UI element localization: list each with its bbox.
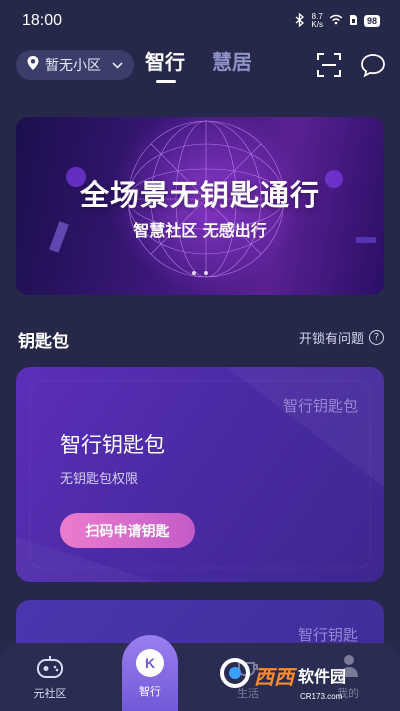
banner-title: 全场景无钥匙通行 [79,178,320,212]
banner-dot [192,271,196,275]
chevron-down-icon [112,57,123,73]
status-bar: 18:00 8.7 K/s 98 [0,0,400,42]
community-selector[interactable]: 暂无小区 [16,50,134,80]
community-name: 暂无小区 [45,58,101,74]
card-description: 无钥匙包权限 [60,472,139,487]
header: 暂无小区 智行 慧居 [0,42,400,92]
help-label: 开锁有问题 [298,332,364,347]
watermark-logo-icon [220,658,250,692]
tab-huiju[interactable]: 慧居 [212,46,252,75]
watermark-suffix: 软件园 [298,667,347,686]
scan-apply-key-button[interactable]: 扫码申请钥匙 [60,513,195,548]
scan-icon[interactable] [316,52,342,78]
watermark-url: CR173.com [300,692,343,701]
speed-unit: K/s [311,20,323,29]
card-watermark: 智行钥匙包 [282,397,358,415]
banner-pagination [16,271,384,275]
battery-icon: 98 [363,15,380,27]
tab-indicator [156,80,176,83]
watermark-brand: 西西 [254,664,294,689]
location-pin-icon [26,55,40,75]
nav-item-zhixing[interactable]: K 智行 [122,635,178,711]
status-time: 18:00 [22,12,63,29]
banner-subtitle: 智慧社区 无感出行 [133,221,267,240]
nav-label: 智行 [139,685,161,698]
network-speed: 8.7 K/s [311,13,323,29]
tab-zhixing[interactable]: 智行 [145,46,185,75]
nav-label: 元社区 [33,687,67,700]
k-icon: K [136,649,164,677]
status-icons: 8.7 K/s 98 [295,12,380,30]
site-watermark: 西西 软件园 [220,655,346,695]
bluetooth-icon [295,12,305,30]
gamepad-icon [35,653,65,685]
promo-banner[interactable]: 全场景无钥匙通行 智慧社区 无感出行 [16,117,384,295]
section-title-key-wallet: 钥匙包 [18,332,69,352]
card-title: 智行钥匙包 [60,433,165,457]
key-wallet-card: 智行钥匙包 智行钥匙包 无钥匙包权限 扫码申请钥匙 [16,367,384,582]
card-watermark: 智行钥匙 [297,626,358,644]
message-icon[interactable] [360,52,386,78]
nav-item-community[interactable]: 元社区 [10,643,90,711]
question-icon: ? [369,330,384,345]
wifi-icon [329,14,343,28]
unlock-help-link[interactable]: 开锁有问题 ? [299,328,384,347]
sim-icon [349,14,358,29]
banner-dot [204,271,208,275]
